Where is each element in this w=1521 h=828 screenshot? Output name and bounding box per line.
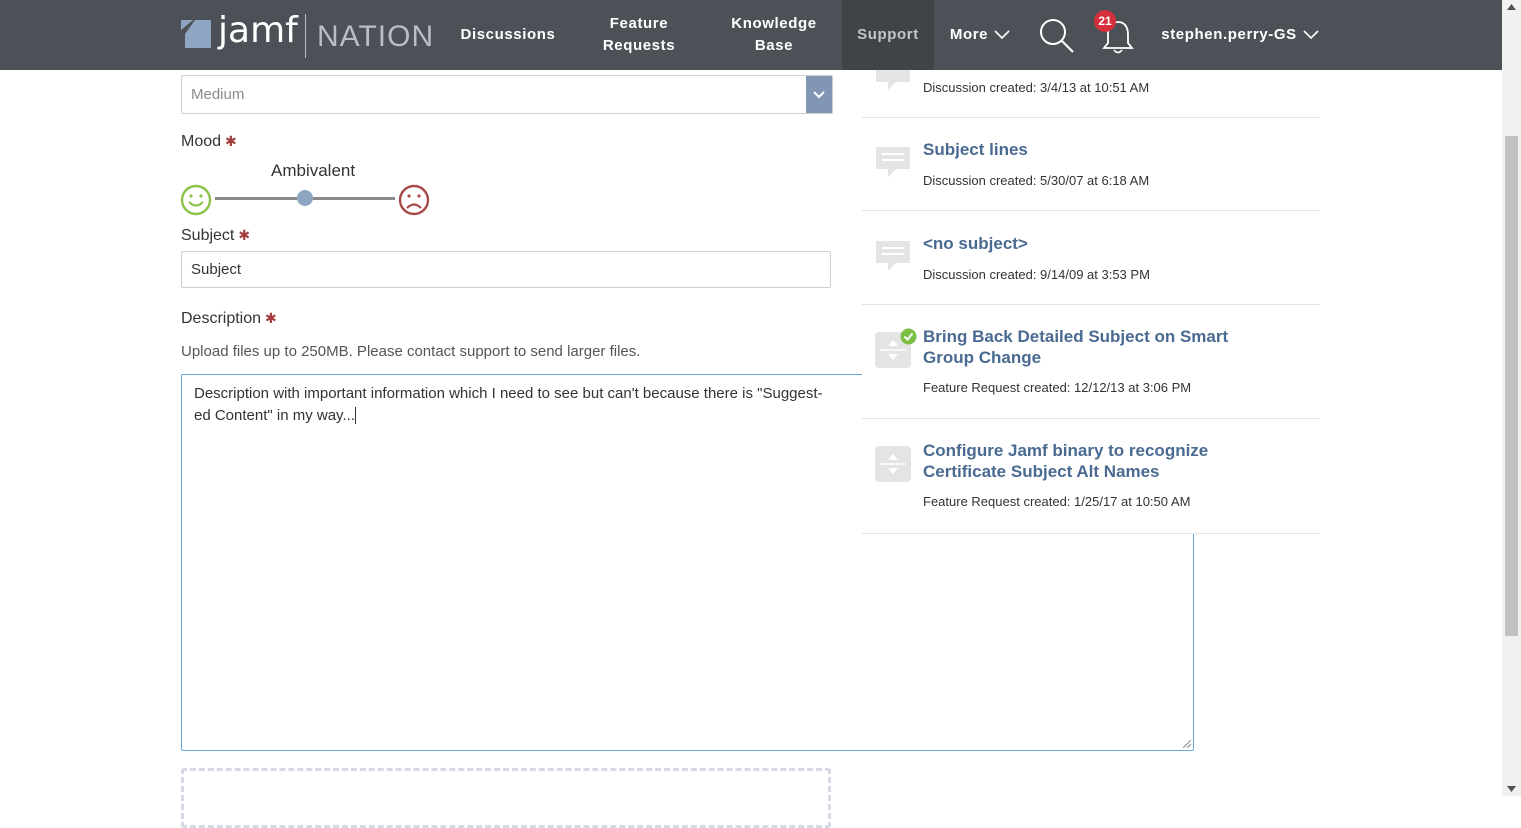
suggested-item[interactable]: Subject lines Discussion created: 5/30/0…	[862, 117, 1320, 211]
discussion-icon	[876, 241, 910, 271]
nav-more[interactable]: More	[944, 0, 1016, 70]
suggested-item[interactable]: Bring Back Detailed Subject on Smart Gro…	[862, 305, 1320, 419]
mood-slider-handle[interactable]	[297, 190, 313, 206]
suggested-item-meta: Feature Request created: 1/25/17 at 10:5…	[923, 494, 1191, 509]
suggested-item-meta: Feature Request created: 12/12/13 at 3:0…	[923, 380, 1192, 395]
check-badge-icon	[900, 328, 917, 345]
discussion-icon	[876, 147, 910, 177]
required-marker: ✱	[238, 227, 251, 243]
notification-count-badge[interactable]: 21	[1094, 10, 1116, 32]
search-icon[interactable]	[1038, 17, 1076, 55]
nav-support[interactable]: Support	[842, 0, 934, 70]
happy-face-icon[interactable]	[180, 184, 212, 216]
suggested-content-panel: Discussion created: 3/4/13 at 10:51 AM S…	[862, 60, 1320, 534]
scroll-down-arrow-icon[interactable]	[1507, 786, 1516, 792]
suggested-item-meta: Discussion created: 3/4/13 at 10:51 AM	[923, 80, 1150, 95]
sad-face-icon[interactable]	[398, 184, 430, 216]
required-marker: ✱	[265, 310, 277, 326]
suggested-item[interactable]: Discussion created: 3/4/13 at 10:51 AM	[862, 60, 1320, 118]
priority-select-value: Medium	[191, 86, 245, 103]
chevron-down-icon	[1303, 30, 1319, 40]
resize-grip-icon[interactable]	[1183, 740, 1191, 748]
nav-feature-requests[interactable]: Feature Requests	[590, 0, 688, 70]
suggested-item-title[interactable]: Configure Jamf binary to recognize Certi…	[923, 440, 1263, 482]
subject-input[interactable]	[181, 251, 831, 288]
text-caret	[354, 407, 356, 424]
vote-icon	[875, 446, 911, 482]
nav-discussions[interactable]: Discussions	[452, 0, 564, 70]
top-navigation-bar: jamf NATION Discussions Feature Requests…	[0, 0, 1502, 70]
suggested-item-title[interactable]: Bring Back Detailed Subject on Smart Gro…	[923, 326, 1263, 368]
suggested-item-meta: Discussion created: 5/30/07 at 6:18 AM	[923, 173, 1150, 188]
logo-jamf-text: jamf	[218, 10, 298, 51]
mood-value-caption: Ambivalent	[271, 161, 356, 180]
mood-label: Mood ✱	[181, 133, 237, 150]
logo-separator	[305, 14, 306, 58]
priority-select[interactable]: Medium	[181, 75, 833, 114]
logo-nation-text: NATION	[317, 20, 435, 53]
page-scrollbar[interactable]	[1502, 0, 1521, 796]
scroll-up-arrow-icon[interactable]	[1507, 4, 1516, 10]
suggested-item-title[interactable]: Subject lines	[923, 139, 1263, 160]
upload-note: Upload files up to 250MB. Please contact…	[181, 343, 641, 360]
description-text: Description with important information w…	[194, 385, 823, 424]
nav-knowledge-base[interactable]: Knowledge Base	[722, 0, 826, 70]
suggested-item[interactable]: <no subject> Discussion created: 9/14/09…	[862, 211, 1320, 305]
chevron-down-icon	[813, 90, 825, 98]
required-marker: ✱	[225, 133, 237, 149]
scrollbar-thumb[interactable]	[1505, 136, 1518, 636]
suggested-item[interactable]: Configure Jamf binary to recognize Certi…	[862, 419, 1320, 534]
jamf-logo-mark-icon	[181, 20, 211, 48]
subject-label: Subject ✱	[181, 227, 251, 244]
suggested-item-meta: Discussion created: 9/14/09 at 3:53 PM	[923, 267, 1150, 282]
select-dropdown-button[interactable]	[806, 76, 832, 113]
suggested-item-title[interactable]: <no subject>	[923, 233, 1263, 254]
user-menu[interactable]: stephen.perry-GS	[1158, 0, 1322, 70]
chevron-down-icon	[994, 30, 1010, 40]
description-label: Description ✱	[181, 310, 277, 327]
file-upload-dropzone[interactable]	[181, 768, 831, 828]
